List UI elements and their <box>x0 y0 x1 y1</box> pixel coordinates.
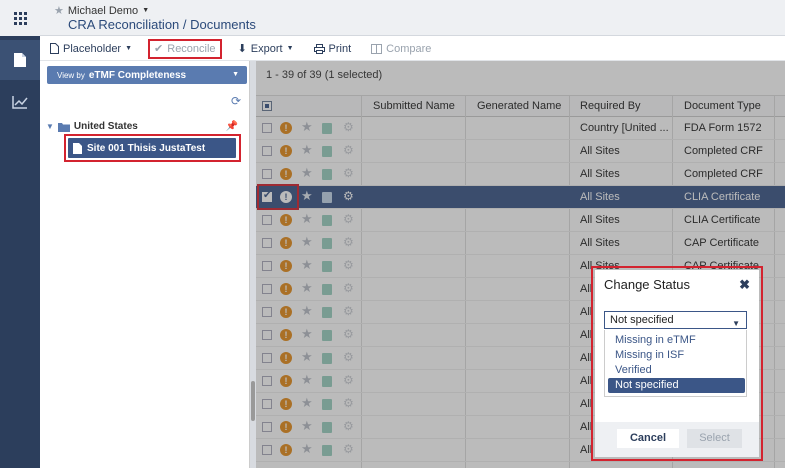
expand-caret-icon: ▼ <box>46 122 54 131</box>
caret-down-icon: ▼ <box>125 45 133 52</box>
caret-down-icon: ▼ <box>142 7 150 14</box>
grid-icon <box>13 11 27 25</box>
reconcile-button[interactable]: ✔ Reconcile <box>148 38 222 59</box>
tree-node-country[interactable]: ▼ United States 📌 <box>46 121 238 132</box>
nav-documents[interactable] <box>0 40 40 80</box>
tree-node-site[interactable]: Site 001 Thisis JustaTest <box>68 138 236 158</box>
status-option[interactable]: Verified <box>608 363 745 378</box>
view-by-value: eTMF Completeness <box>88 69 187 81</box>
status-select[interactable]: Not specified ▼ <box>604 311 747 329</box>
download-icon: ⬇ <box>237 43 247 55</box>
folder-icon <box>57 122 70 132</box>
print-icon <box>313 43 325 54</box>
close-icon[interactable]: ✖ <box>739 277 750 293</box>
left-panel: View by eTMF Completeness ▼ ⟳ ▼ United S… <box>40 61 250 468</box>
dialog-title: Change Status <box>604 277 691 292</box>
page-title: CRA Reconciliation / Documents <box>68 17 256 32</box>
header: ★ Michael Demo ▼ CRA Reconciliation / Do… <box>40 0 785 36</box>
line-chart-icon <box>12 96 28 109</box>
tree-country-label: United States <box>73 121 138 132</box>
view-by-prefix: View by <box>57 70 85 80</box>
reconcile-label: Reconcile <box>167 42 216 55</box>
app-grid-button[interactable] <box>0 0 40 36</box>
status-option[interactable]: Missing in ISF <box>608 348 745 363</box>
print-label: Print <box>328 42 352 55</box>
change-status-dialog: Change Status ✖ Not specified ▼ Missing … <box>595 270 759 457</box>
print-button[interactable]: Print <box>310 39 356 59</box>
export-button[interactable]: ⬇ Export ▼ <box>234 39 298 59</box>
refresh-icon[interactable]: ⟳ <box>231 94 241 108</box>
status-option[interactable]: Missing in eTMF <box>608 333 745 348</box>
user-menu[interactable]: ★ Michael Demo ▼ <box>54 4 150 18</box>
file-icon <box>50 43 59 54</box>
left-nav <box>0 0 40 468</box>
cancel-button[interactable]: Cancel <box>617 429 679 448</box>
tree-site-label: Site 001 Thisis JustaTest <box>87 142 206 154</box>
star-icon: ★ <box>54 5 64 17</box>
caret-down-icon: ▼ <box>286 45 294 52</box>
caret-down-icon: ▼ <box>232 71 239 78</box>
compare-icon <box>371 43 383 54</box>
nav-reports[interactable] <box>0 82 40 122</box>
scrollbar-thumb[interactable] <box>251 381 255 421</box>
dialog-footer: Cancel Select <box>595 422 759 457</box>
placeholder-button[interactable]: Placeholder ▼ <box>46 39 136 59</box>
select-button[interactable]: Select <box>687 429 742 448</box>
status-select-value: Not specified <box>610 314 674 326</box>
check-icon: ✔ <box>154 43 164 55</box>
user-name: Michael Demo <box>67 4 139 17</box>
placeholder-label: Placeholder <box>63 42 122 55</box>
compare-label: Compare <box>386 42 432 55</box>
status-option-selected[interactable]: Not specified <box>608 378 745 393</box>
export-label: Export <box>250 42 283 55</box>
document-icon <box>73 142 82 154</box>
status-options-list: Missing in eTMF Missing in ISF Verified … <box>604 330 747 397</box>
pin-icon[interactable]: 📌 <box>226 121 238 132</box>
compare-button[interactable]: Compare <box>367 39 435 59</box>
toolbar: Placeholder ▼ ✔ Reconcile ⬇ Export ▼ Pri… <box>40 37 785 61</box>
document-icon <box>14 53 26 67</box>
view-by-dropdown[interactable]: View by eTMF Completeness ▼ <box>47 66 247 84</box>
